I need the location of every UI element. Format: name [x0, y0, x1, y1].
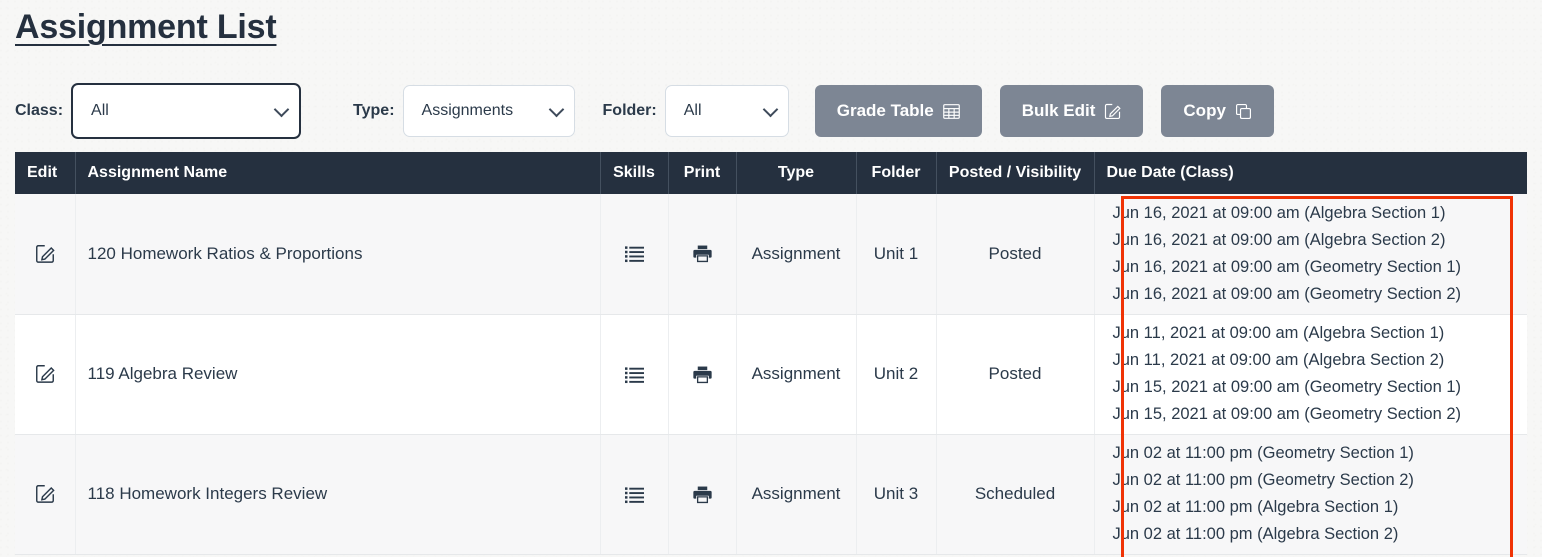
folder-filter-label: Folder:: [602, 102, 657, 119]
column-header-due-date[interactable]: Due Date (Class): [1094, 152, 1527, 194]
row-assignment-name[interactable]: 120 Homework Ratios & Proportions: [75, 194, 601, 315]
table-body: 120 Homework Ratios & Proportions Assign…: [15, 194, 1527, 555]
due-date-entry: Jun 11, 2021 at 09:00 am (Algebra Sectio…: [1112, 351, 1445, 369]
row-print-cell[interactable]: [668, 194, 737, 315]
due-date-entry: Jun 16, 2021 at 09:00 am (Geometry Secti…: [1112, 257, 1462, 276]
row-due-dates-cell: Jun 16, 2021 at 09:00 am (Algebra Sectio…: [1094, 194, 1527, 315]
table-row: 120 Homework Ratios & Proportions Assign…: [15, 194, 1527, 315]
due-date-entry: Jun 02 at 11:00 pm (Geometry Section 1): [1112, 444, 1414, 462]
column-header-type[interactable]: Type: [736, 152, 857, 194]
table-header-row: Edit Assignment Name Skills Print Type F…: [15, 152, 1527, 194]
row-print-cell[interactable]: [668, 314, 737, 435]
row-due-dates-cell: Jun 11, 2021 at 09:00 am (Algebra Sectio…: [1094, 314, 1527, 435]
column-header-skills[interactable]: Skills: [600, 152, 669, 194]
row-skills-cell[interactable]: [600, 194, 669, 315]
folder-filter-group: Folder: All: [603, 85, 789, 137]
row-due-dates-cell: Jun 02 at 11:00 pm (Geometry Section 1) …: [1094, 434, 1527, 555]
due-date-entry: Jun 16, 2021 at 09:00 am (Algebra Sectio…: [1112, 230, 1446, 249]
copy-button-label: Copy: [1183, 101, 1226, 120]
due-date-entry: Jun 16, 2021 at 09:00 am (Geometry Secti…: [1112, 284, 1462, 303]
copy-button[interactable]: Copy: [1161, 85, 1274, 137]
pencil-square-icon[interactable]: [27, 484, 63, 504]
assignment-list-page: Assignment List Class: All Type: Assignm…: [0, 0, 1542, 557]
due-date-entry: Jun 15, 2021 at 09:00 am (Geometry Secti…: [1112, 378, 1462, 396]
row-skills-cell[interactable]: [600, 434, 669, 555]
row-folder: Unit 3: [856, 434, 937, 555]
due-date-list: Jun 02 at 11:00 pm (Geometry Section 1) …: [1107, 440, 1515, 548]
due-date-entry: Jun 02 at 11:00 pm (Geometry Section 2): [1112, 471, 1414, 489]
filter-toolbar: Class: All Type: Assignments Folder: All: [15, 80, 1527, 142]
row-skills-cell[interactable]: [600, 314, 669, 435]
row-folder: Unit 1: [856, 194, 937, 315]
table-grid-icon: [942, 103, 960, 120]
printer-icon[interactable]: [681, 485, 724, 504]
chevron-down-icon: [548, 101, 564, 118]
pencil-square-icon: [1104, 103, 1122, 120]
row-posted-status: Scheduled: [936, 434, 1095, 555]
column-header-assignment-name[interactable]: Assignment Name: [75, 152, 601, 194]
due-date-list: Jun 11, 2021 at 09:00 am (Algebra Sectio…: [1107, 320, 1515, 428]
row-type: Assignment: [736, 314, 857, 435]
due-date-entry: Jun 16, 2021 at 09:00 am (Algebra Sectio…: [1112, 203, 1446, 222]
copy-icon: [1235, 103, 1252, 120]
row-posted-status: Posted: [936, 314, 1095, 435]
list-icon[interactable]: [613, 244, 656, 263]
due-date-entry: Jun 02 at 11:00 pm (Algebra Section 2): [1112, 525, 1399, 543]
type-filter-select[interactable]: Assignments: [402, 85, 575, 137]
grade-table-button[interactable]: Grade Table: [814, 85, 982, 137]
bulk-edit-button-label: Bulk Edit: [1021, 101, 1096, 120]
due-date-entry: Jun 02 at 11:00 pm (Algebra Section 1): [1112, 498, 1399, 516]
table-header: Edit Assignment Name Skills Print Type F…: [15, 152, 1527, 194]
due-date-entry: Jun 11, 2021 at 09:00 am (Algebra Sectio…: [1112, 324, 1445, 342]
printer-icon[interactable]: [681, 365, 724, 384]
printer-icon[interactable]: [681, 244, 724, 263]
class-filter-label: Class:: [15, 102, 64, 119]
pencil-square-icon[interactable]: [27, 364, 63, 384]
chevron-down-icon: [762, 101, 779, 118]
row-assignment-name[interactable]: 119 Algebra Review: [75, 314, 601, 435]
row-type: Assignment: [736, 194, 857, 315]
row-assignment-name[interactable]: 118 Homework Integers Review: [75, 434, 601, 555]
table-row: 118 Homework Integers Review Assignment …: [15, 434, 1527, 555]
chevron-down-icon: [273, 101, 290, 118]
row-edit-cell[interactable]: [15, 194, 76, 315]
assignment-table-wrapper: Edit Assignment Name Skills Print Type F…: [15, 152, 1527, 557]
table-row: 119 Algebra Review Assignment Unit 2 Pos…: [15, 314, 1527, 435]
folder-filter-select[interactable]: All: [664, 85, 789, 137]
class-filter-value: All: [91, 102, 109, 119]
row-edit-cell[interactable]: [15, 434, 76, 555]
grade-table-button-label: Grade Table: [836, 101, 934, 120]
row-type: Assignment: [736, 434, 857, 555]
column-header-posted-visibility[interactable]: Posted / Visibility: [936, 152, 1095, 194]
class-filter-group: Class: All: [15, 83, 302, 139]
row-print-cell[interactable]: [668, 434, 737, 555]
due-date-entry: Jun 15, 2021 at 09:00 am (Geometry Secti…: [1112, 405, 1462, 423]
list-icon[interactable]: [613, 485, 656, 504]
row-folder: Unit 2: [856, 314, 937, 435]
class-filter-select[interactable]: All: [71, 83, 302, 139]
folder-filter-value: All: [683, 102, 702, 119]
assignment-table: Edit Assignment Name Skills Print Type F…: [15, 152, 1527, 555]
type-filter-value: Assignments: [421, 102, 514, 119]
type-filter-label: Type:: [353, 102, 395, 119]
pencil-square-icon[interactable]: [27, 244, 63, 264]
due-date-list: Jun 16, 2021 at 09:00 am (Algebra Sectio…: [1107, 200, 1515, 308]
column-header-print[interactable]: Print: [668, 152, 737, 194]
column-header-edit[interactable]: Edit: [15, 152, 76, 194]
page-title: Assignment List: [15, 8, 277, 46]
row-posted-status: Posted: [936, 194, 1095, 315]
bulk-edit-button[interactable]: Bulk Edit: [999, 85, 1144, 137]
type-filter-group: Type: Assignments: [353, 85, 575, 137]
list-icon[interactable]: [613, 365, 656, 384]
row-edit-cell[interactable]: [15, 314, 76, 435]
column-header-folder[interactable]: Folder: [856, 152, 937, 194]
